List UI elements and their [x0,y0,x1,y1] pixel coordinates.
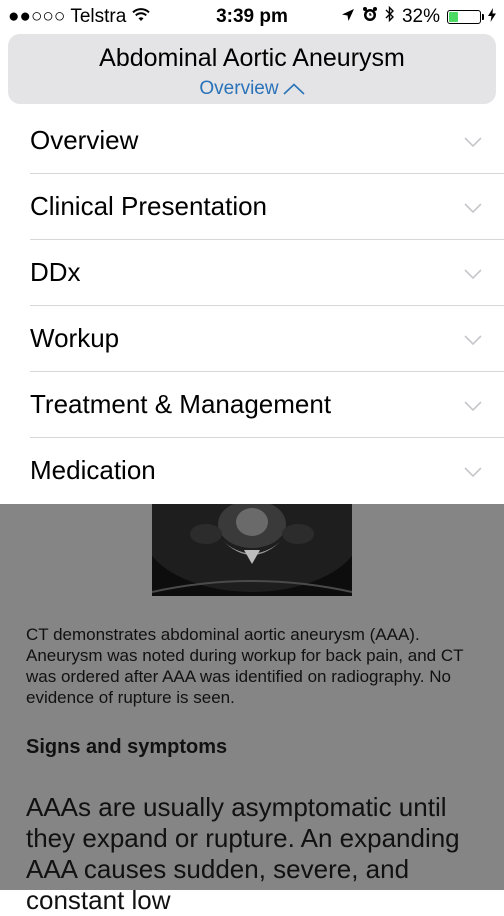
battery-icon [447,10,484,24]
current-section-toggle[interactable]: Overview [8,78,496,100]
image-caption: CT demonstrates abdominal aortic aneurys… [26,625,464,707]
chevron-down-icon [464,134,482,152]
menu-item-label: DDx [30,257,81,287]
alarm-icon [362,6,378,28]
location-arrow-icon [341,6,355,28]
article-overlay[interactable]: CT demonstrates abdominal aortic aneurys… [0,500,504,915]
menu-item-label: Medication [30,455,156,485]
menu-item-label: Workup [30,323,120,353]
bluetooth-icon [385,5,395,28]
menu-item-label: Clinical Presentation [30,191,268,221]
menu-item-overview[interactable]: Overview [30,108,504,174]
page-title: Abdominal Aortic Aneurysm [99,44,405,72]
ct-scan-image[interactable] [152,500,352,596]
chevron-down-icon [464,464,482,482]
battery-percent: 32% [401,6,440,27]
status-icons: 32% [341,5,496,28]
status-bar: ●●○○○ Telstra 3:39 pm 32% [0,0,504,34]
charging-icon [488,6,496,28]
section-selector[interactable]: Abdominal Aortic Aneurysm Overview [8,34,496,104]
menu-item-medication[interactable]: Medication [30,438,504,504]
body-paragraph: AAAs are usually asymptomatic until they… [26,792,460,915]
section-heading: Signs and symptoms [26,736,228,758]
battery-fill [449,12,458,22]
section-menu: Overview Clinical Presentation DDx Worku… [0,108,504,504]
menu-item-treatment-management[interactable]: Treatment & Management [30,372,504,438]
menu-item-ddx[interactable]: DDx [30,240,504,306]
chevron-down-icon [464,200,482,218]
chevron-down-icon [464,332,482,350]
menu-item-label: Treatment & Management [30,389,332,419]
menu-item-workup[interactable]: Workup [30,306,504,372]
chevron-down-icon [464,266,482,284]
current-section-label: Overview [199,78,279,99]
chevron-up-icon [279,78,305,99]
chevron-down-icon [464,398,482,416]
menu-item-clinical-presentation[interactable]: Clinical Presentation [30,174,504,240]
menu-item-label: Overview [30,125,139,155]
